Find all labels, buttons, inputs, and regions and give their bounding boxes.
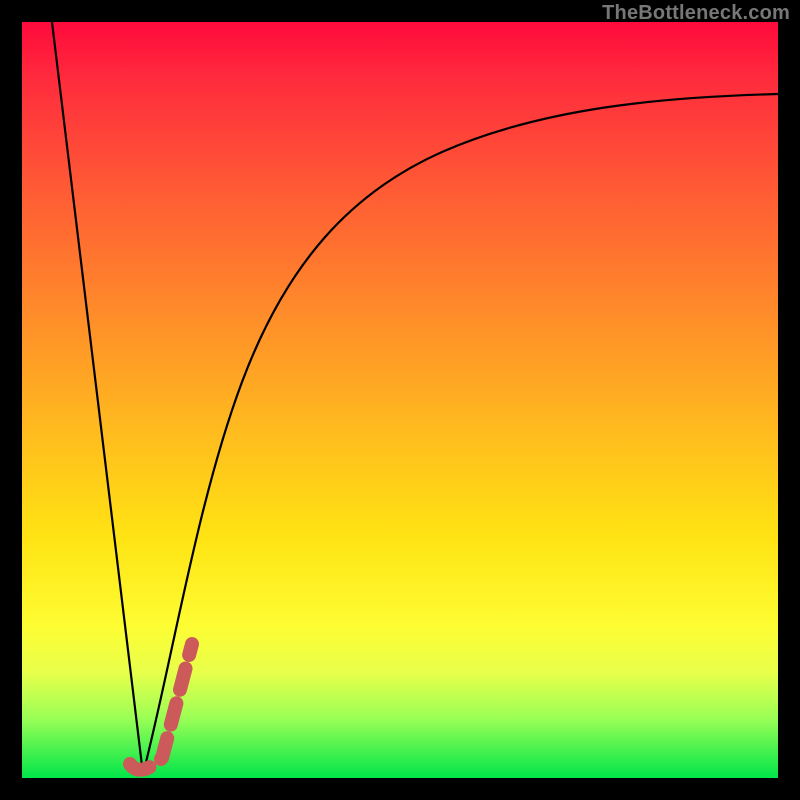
chart-frame: TheBottleneck.com	[0, 0, 800, 800]
curves-svg	[22, 22, 778, 778]
left-falling-line	[52, 22, 143, 774]
plot-area	[22, 22, 778, 778]
rising-curve	[143, 94, 778, 774]
